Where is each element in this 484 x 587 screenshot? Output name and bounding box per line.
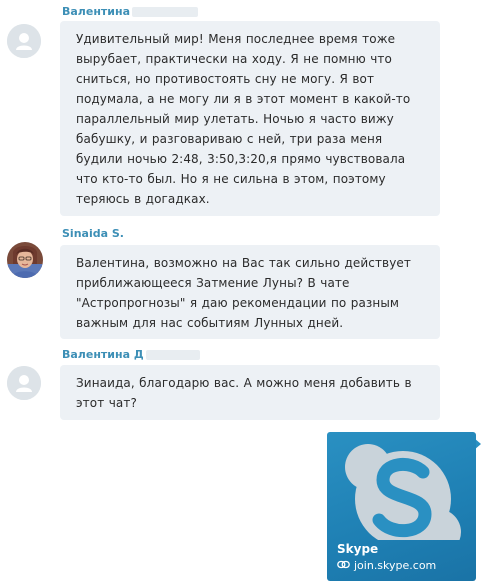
skype-logo-icon [345,444,461,540]
skype-link-card[interactable]: Skype join.skype.com [327,432,476,581]
message-3: Валентина Д Зинаида, благодарю вас. А мо… [0,346,484,426]
sender-name[interactable]: Валентина [62,5,199,19]
redacted-surname [132,7,199,17]
card-url[interactable]: join.skype.com [337,559,436,573]
card-title: Skype [337,542,379,556]
default-user-icon[interactable] [7,24,41,58]
link-icon [337,559,350,573]
message-bubble[interactable]: Удивительный мир! Меня последнее время т… [60,21,440,216]
message-text: Удивительный мир! Меня последнее время т… [76,32,411,206]
sender-name[interactable]: Валентина Д [62,348,200,362]
user-photo-avatar[interactable] [7,242,43,278]
message-bubble[interactable]: Зинаида, благодарю вас. А можно меня доб… [60,365,440,420]
redacted-surname [145,350,200,360]
message-text: Валентина, возможно на Вас так сильно де… [76,256,411,330]
sender-name[interactable]: Sinaida S. [62,227,124,241]
message-bubble[interactable]: Валентина, возможно на Вас так сильно де… [60,245,440,339]
default-user-icon[interactable] [7,366,41,400]
message-text: Зинаида, благодарю вас. А можно меня доб… [76,376,412,410]
message-2: Sinaida S. Валентина, возможно на Вас та… [0,224,484,344]
message-1: Валентина Удивительный мир! Меня последн… [0,0,484,220]
card-url-text: join.skype.com [354,559,437,572]
